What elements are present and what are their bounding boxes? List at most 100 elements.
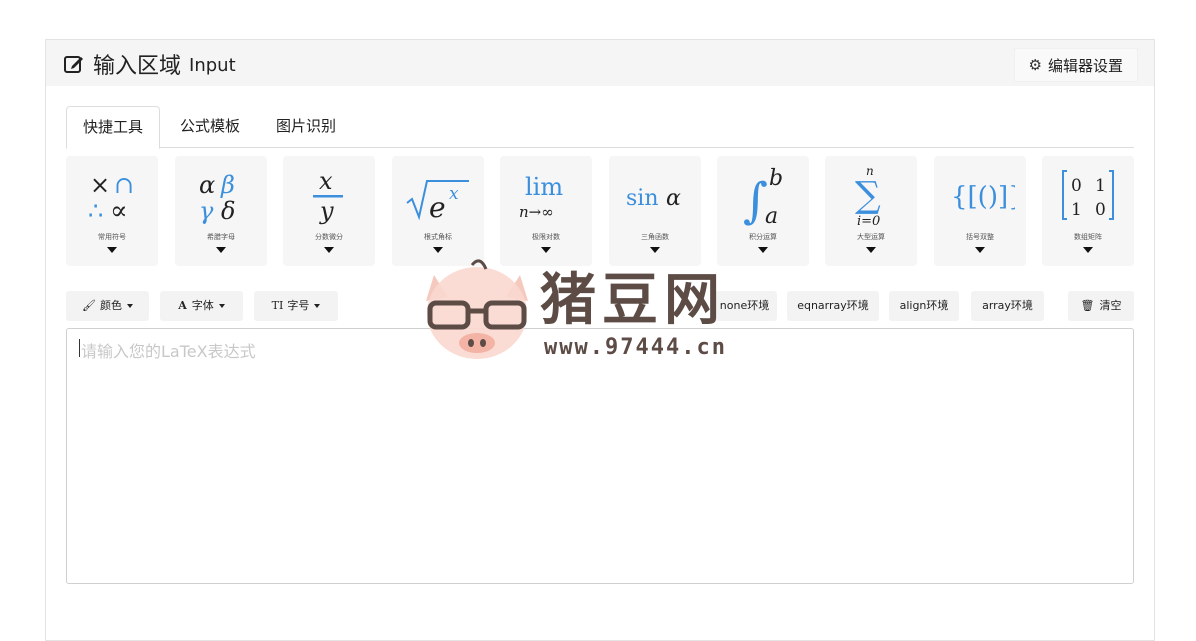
array-env-button[interactable]: array环境 xyxy=(971,291,1044,321)
tool-greek-letters[interactable]: α β γ δ 希腊字母 xyxy=(175,156,267,266)
latex-input[interactable]: 请输入您的LaTeX表达式 xyxy=(66,328,1134,584)
svg-text:α: α xyxy=(199,171,215,199)
tab-bar: 快捷工具 公式模板 图片识别 xyxy=(66,106,1134,149)
caret-down-icon xyxy=(218,304,225,308)
tool-label: 三角函数 xyxy=(641,233,669,241)
common-symbols-icon: × ∩ ∴ ∝ xyxy=(66,162,158,228)
latex-input-placeholder: 请输入您的LaTeX表达式 xyxy=(81,342,256,361)
tool-fraction[interactable]: x y 分数微分 xyxy=(283,156,375,266)
caret-down-icon xyxy=(975,247,985,253)
tool-label: 极限对数 xyxy=(532,233,560,241)
tab-formula-templates[interactable]: 公式模板 xyxy=(164,106,256,146)
color-dropdown[interactable]: 🖌 颜色 xyxy=(66,291,149,321)
svg-text:n→∞: n→∞ xyxy=(519,203,554,221)
align-env-button[interactable]: align环境 xyxy=(889,291,959,321)
matrix-icon: 0 1 1 0 xyxy=(1042,162,1134,228)
none-env-button[interactable]: none环境 xyxy=(712,291,777,321)
svg-text:1: 1 xyxy=(1095,176,1106,196)
gear-icon: ⚙ xyxy=(1028,56,1042,74)
sum-icon: n ∑ i=0 xyxy=(825,162,917,229)
tool-label: 根式角标 xyxy=(424,233,452,241)
panel-title-text: 输入区域 xyxy=(93,54,182,79)
tool-common-symbols[interactable]: × ∩ ∴ ∝ 常用符号 xyxy=(66,156,158,266)
font-dropdown-label: 字体 xyxy=(191,299,214,312)
radical-icon: e x xyxy=(392,162,484,228)
eqnarray-env-button[interactable]: eqnarray环境 xyxy=(787,291,879,321)
tool-label: 数组矩阵 xyxy=(1074,233,1102,241)
svg-text:∑: ∑ xyxy=(855,175,881,216)
bracket-icon: {[()]} xyxy=(934,162,1026,228)
clear-button[interactable]: 🗑 清空 xyxy=(1068,291,1134,321)
svg-text:∝: ∝ xyxy=(110,196,128,225)
font-icon: A xyxy=(178,299,187,312)
svg-text:i=0: i=0 xyxy=(857,214,880,229)
caret-down-icon xyxy=(650,247,660,253)
caret-down-icon xyxy=(126,304,133,308)
trash-icon: 🗑 xyxy=(1080,299,1095,312)
svg-text:e: e xyxy=(429,191,446,224)
svg-text:δ: δ xyxy=(221,197,235,225)
tool-label: 常用符号 xyxy=(98,233,126,241)
clear-button-label: 清空 xyxy=(1099,299,1122,312)
svg-text:γ: γ xyxy=(199,197,214,225)
caret-down-icon xyxy=(324,247,334,253)
panel-title: 输入区域 Input xyxy=(63,48,236,80)
input-panel: 输入区域 Input ⚙ 编辑器设置 快捷工具 公式模板 图片识别 × ∩ ∴ … xyxy=(45,39,1155,641)
tool-trig[interactable]: sin α 三角函数 xyxy=(609,156,701,266)
tool-radical[interactable]: e x 根式角标 xyxy=(392,156,484,266)
svg-text:×: × xyxy=(90,171,110,199)
svg-text:0: 0 xyxy=(1095,200,1106,220)
trig-icon: sin α xyxy=(609,162,701,228)
svg-text:a: a xyxy=(765,204,778,227)
svg-text:sin: sin xyxy=(626,186,659,211)
panel-header: 输入区域 Input ⚙ 编辑器设置 xyxy=(46,40,1154,86)
tool-label: 分数微分 xyxy=(315,233,343,241)
caret-down-icon xyxy=(1083,247,1093,253)
svg-text:b: b xyxy=(769,166,783,191)
tool-brackets[interactable]: {[()]} 括号双整 xyxy=(934,156,1026,266)
caret-down-icon xyxy=(866,247,876,253)
svg-text:0: 0 xyxy=(1071,176,1082,196)
size-dropdown-label: 字号 xyxy=(287,299,310,312)
edit-icon xyxy=(64,56,83,73)
editor-settings-label: 编辑器设置 xyxy=(1047,56,1123,75)
brush-icon: 🖌 xyxy=(82,299,96,312)
tool-integral[interactable]: ∫ b a 积分运算 xyxy=(717,156,809,266)
panel-subtitle: Input xyxy=(189,54,236,76)
tool-sum[interactable]: n ∑ i=0 大型运算 xyxy=(825,156,917,266)
font-dropdown[interactable]: A 字体 xyxy=(160,291,243,321)
tool-label: 括号双整 xyxy=(966,233,994,241)
color-dropdown-label: 颜色 xyxy=(99,299,122,312)
tool-label: 希腊字母 xyxy=(207,233,235,241)
svg-text:1: 1 xyxy=(1071,200,1082,220)
text-cursor xyxy=(79,339,80,357)
tool-matrix[interactable]: 0 1 1 0 数组矩阵 xyxy=(1042,156,1134,266)
caret-down-icon xyxy=(216,247,226,253)
svg-text:β: β xyxy=(220,171,235,199)
svg-text:lim: lim xyxy=(525,173,563,201)
tab-shortcut-tools[interactable]: 快捷工具 xyxy=(66,106,161,149)
tab-image-recognition[interactable]: 图片识别 xyxy=(260,106,352,146)
caret-down-icon xyxy=(433,247,443,253)
text-size-icon: TI xyxy=(271,299,284,312)
svg-text:α: α xyxy=(666,186,681,211)
caret-down-icon xyxy=(758,247,768,253)
svg-text:∩: ∩ xyxy=(114,171,134,199)
svg-text:x: x xyxy=(319,167,333,195)
caret-down-icon xyxy=(107,247,117,253)
svg-text:{[()]}: {[()]} xyxy=(951,182,1015,212)
fraction-icon: x y xyxy=(283,162,375,228)
integral-icon: ∫ b a xyxy=(717,162,809,228)
tool-label: 积分运算 xyxy=(749,233,777,241)
caret-down-icon xyxy=(541,247,551,253)
caret-down-icon xyxy=(314,304,321,308)
limit-icon: lim n→∞ xyxy=(500,162,592,228)
svg-text:∴: ∴ xyxy=(88,197,103,225)
svg-text:y: y xyxy=(319,197,334,225)
greek-letters-icon: α β γ δ xyxy=(175,162,267,228)
tool-limit[interactable]: lim n→∞ 极限对数 xyxy=(500,156,592,266)
tool-label: 大型运算 xyxy=(857,233,885,241)
svg-text:x: x xyxy=(449,184,459,204)
size-dropdown[interactable]: TI 字号 xyxy=(254,291,338,321)
editor-settings-button[interactable]: ⚙ 编辑器设置 xyxy=(1013,48,1138,82)
